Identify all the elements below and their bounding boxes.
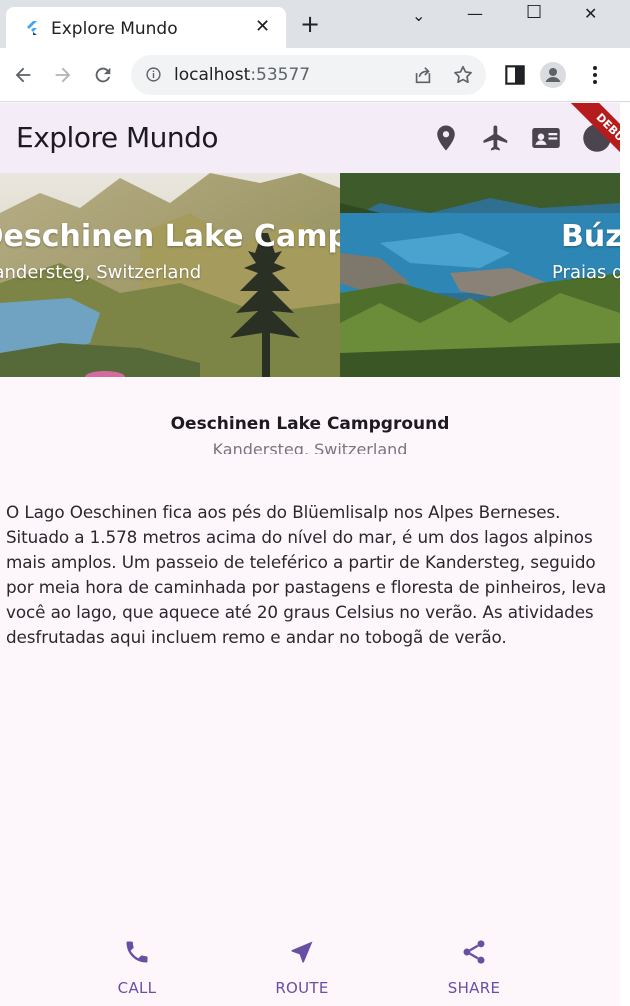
more-menu-icon[interactable] bbox=[582, 62, 608, 88]
image-carousel[interactable]: Oeschinen Lake Campground Kandersteg, Sw… bbox=[0, 173, 620, 377]
app-title: Explore Mundo bbox=[16, 121, 219, 154]
browser-tab[interactable]: Explore Mundo ✕ bbox=[6, 7, 286, 48]
reload-icon[interactable] bbox=[92, 64, 114, 86]
share-button[interactable]: SHARE bbox=[414, 930, 534, 1000]
location-pin-icon[interactable] bbox=[431, 123, 461, 153]
minimize-button[interactable]: — bbox=[467, 4, 483, 23]
flutter-favicon-icon bbox=[27, 21, 37, 35]
side-panel-icon[interactable] bbox=[502, 62, 528, 88]
slide-title: Búzios bbox=[561, 219, 620, 254]
back-arrow-icon[interactable] bbox=[12, 64, 34, 86]
browser-toolbar: localhost:53577 bbox=[0, 48, 630, 102]
tab-search-icon[interactable]: ⌄ bbox=[412, 6, 425, 25]
airplane-icon[interactable] bbox=[481, 123, 511, 153]
app-bar: Explore Mundo DEBUG bbox=[0, 103, 620, 173]
place-title: Oeschinen Lake Campground bbox=[170, 414, 450, 434]
place-description: O Lago Oeschinen fica aos pés do Blüemli… bbox=[6, 502, 607, 647]
site-info-icon[interactable] bbox=[145, 66, 162, 83]
call-button[interactable]: CALL bbox=[77, 930, 197, 1000]
url-port: :53577 bbox=[250, 65, 311, 85]
call-label: CALL bbox=[117, 979, 157, 997]
share-icon bbox=[463, 940, 485, 964]
carousel-slide-buzios[interactable]: Búzios Praias de Búzios bbox=[340, 173, 620, 377]
address-bar[interactable]: localhost:53577 bbox=[131, 55, 486, 95]
navigation-arrow-icon bbox=[291, 941, 313, 963]
window-edge bbox=[620, 103, 630, 1006]
url-host: localhost bbox=[174, 65, 251, 85]
url-text: localhost:53577 bbox=[174, 65, 310, 85]
phone-icon bbox=[126, 941, 148, 963]
tab-close-icon[interactable]: ✕ bbox=[255, 16, 270, 37]
bookmark-star-icon[interactable] bbox=[452, 64, 474, 86]
tab-title: Explore Mundo bbox=[51, 19, 178, 39]
browser-tab-strip: Explore Mundo ✕ + ⌄ — ☐ ✕ bbox=[0, 0, 630, 48]
maximize-button[interactable]: ☐ bbox=[526, 2, 542, 23]
place-subtitle: Kandersteg, Switzerland bbox=[212, 440, 408, 454]
carousel-slide-oeschinen[interactable]: Oeschinen Lake Campground Kandersteg, Sw… bbox=[0, 173, 340, 377]
forward-arrow-icon[interactable] bbox=[52, 64, 74, 86]
share-label: SHARE bbox=[447, 979, 501, 997]
slide-title: Oeschinen Lake Campground bbox=[0, 219, 340, 254]
slide-subtitle: Kandersteg, Switzerland bbox=[0, 262, 202, 283]
contact-card-icon[interactable] bbox=[530, 123, 562, 153]
route-label: ROUTE bbox=[275, 979, 329, 997]
action-bar: CALL ROUTE SHARE bbox=[0, 930, 620, 1006]
window-close-button[interactable]: ✕ bbox=[584, 4, 597, 23]
share-page-icon[interactable] bbox=[412, 64, 434, 86]
slide-subtitle: Praias de Búzios bbox=[552, 262, 620, 283]
route-button[interactable]: ROUTE bbox=[242, 930, 362, 1000]
new-tab-button[interactable]: + bbox=[300, 12, 320, 36]
profile-avatar-icon[interactable] bbox=[540, 62, 566, 88]
